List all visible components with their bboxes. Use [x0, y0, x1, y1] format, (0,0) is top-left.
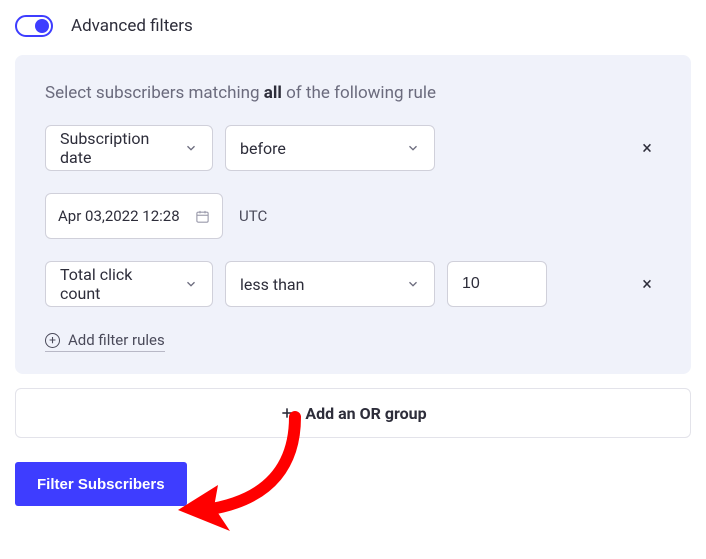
rule-row: Total click count less than ×: [45, 261, 661, 307]
remove-rule-button[interactable]: ×: [633, 138, 661, 159]
chevron-down-icon: [406, 277, 420, 291]
chevron-down-icon: [184, 277, 198, 291]
rule-value-input[interactable]: [447, 261, 547, 307]
calendar-icon: [195, 209, 210, 224]
filter-panel: Select subscribers matching all of the f…: [15, 55, 691, 374]
plus-icon: [279, 405, 295, 421]
advanced-filters-toggle[interactable]: [15, 15, 53, 37]
rule-operator-select[interactable]: before: [225, 125, 435, 171]
panel-heading: Select subscribers matching all of the f…: [45, 83, 661, 103]
date-input[interactable]: Apr 03,2022 12:28: [45, 193, 223, 239]
rule-field-select[interactable]: Subscription date: [45, 125, 213, 171]
rule-value-row: Apr 03,2022 12:28 UTC: [45, 193, 661, 239]
timezone-label: UTC: [239, 207, 267, 225]
filter-subscribers-button[interactable]: Filter Subscribers: [15, 462, 187, 506]
remove-rule-button[interactable]: ×: [633, 274, 661, 295]
rule-row: Subscription date before ×: [45, 125, 661, 171]
rule-operator-select[interactable]: less than: [225, 261, 435, 307]
plus-circle-icon: +: [45, 333, 60, 348]
rule-field-select[interactable]: Total click count: [45, 261, 213, 307]
advanced-filters-label: Advanced filters: [71, 16, 193, 36]
add-filter-rules-button[interactable]: + Add filter rules: [45, 331, 165, 352]
chevron-down-icon: [406, 141, 420, 155]
chevron-down-icon: [184, 141, 198, 155]
add-or-group-button[interactable]: Add an OR group: [15, 388, 691, 438]
